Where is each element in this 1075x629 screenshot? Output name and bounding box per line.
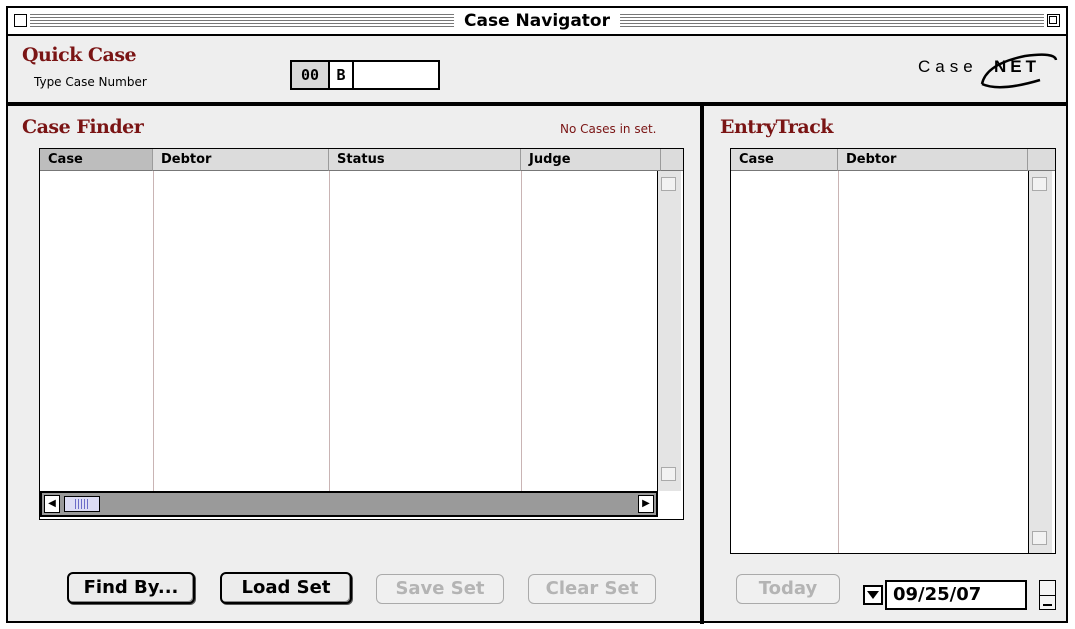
logo-suffix-text: NET bbox=[994, 57, 1040, 76]
quick-case-title: Quick Case bbox=[22, 44, 137, 66]
case-year-segment: 00 bbox=[292, 62, 330, 88]
scroll-up-arrow-icon[interactable] bbox=[661, 177, 676, 191]
column-divider bbox=[153, 171, 154, 491]
casenet-logo: Case NET bbox=[918, 53, 1058, 89]
case-finder-horizontal-scrollbar[interactable]: ◀ ▶ bbox=[40, 491, 658, 517]
stepper-down-icon[interactable] bbox=[1043, 604, 1052, 606]
case-number-field[interactable]: 00 B bbox=[290, 60, 440, 90]
logo-prefix-text: Case bbox=[918, 57, 978, 76]
case-type-segment[interactable]: B bbox=[330, 62, 354, 88]
date-field[interactable]: 09/25/07 bbox=[885, 580, 1027, 610]
column-header-debtor[interactable]: Debtor bbox=[153, 149, 329, 171]
logo-swoosh-bottom bbox=[981, 78, 1041, 89]
load-set-button[interactable]: Load Set bbox=[220, 572, 352, 604]
stepper-divider bbox=[1040, 595, 1055, 596]
clear-set-button[interactable]: Clear Set bbox=[528, 574, 656, 604]
scroll-down-arrow-icon[interactable] bbox=[661, 467, 676, 481]
column-header-corner bbox=[1028, 149, 1055, 171]
entrytrack-table[interactable]: Case Debtor bbox=[730, 148, 1056, 554]
column-header-case[interactable]: Case bbox=[40, 149, 153, 171]
case-set-status: No Cases in set. bbox=[560, 122, 657, 136]
case-navigator-window: Case Navigator Quick Case Type Case Numb… bbox=[6, 6, 1068, 624]
title-bar[interactable]: Case Navigator bbox=[8, 8, 1066, 36]
case-number-input[interactable] bbox=[354, 62, 438, 88]
column-header-case[interactable]: Case bbox=[731, 149, 838, 171]
zoom-box-icon[interactable] bbox=[1047, 14, 1060, 27]
column-divider bbox=[329, 171, 330, 491]
column-divider bbox=[838, 171, 839, 553]
entrytrack-title: EntryTrack bbox=[720, 116, 833, 138]
today-button[interactable]: Today bbox=[736, 574, 840, 604]
scroll-thumb[interactable] bbox=[64, 496, 100, 512]
column-divider bbox=[521, 171, 522, 491]
column-header-corner bbox=[661, 149, 683, 171]
case-finder-vertical-scrollbar[interactable] bbox=[657, 171, 681, 491]
scroll-up-arrow-icon[interactable] bbox=[1032, 177, 1047, 191]
entrytrack-vertical-scrollbar[interactable] bbox=[1028, 171, 1052, 553]
panel-divider bbox=[700, 106, 704, 624]
window-title: Case Navigator bbox=[454, 10, 620, 32]
scroll-right-arrow-icon[interactable]: ▶ bbox=[638, 495, 654, 513]
find-by-button[interactable]: Find By... bbox=[67, 572, 195, 604]
column-header-status[interactable]: Status bbox=[329, 149, 521, 171]
date-stepper[interactable] bbox=[1039, 580, 1056, 610]
date-dropdown-icon[interactable] bbox=[863, 585, 883, 605]
case-finder-title: Case Finder bbox=[22, 116, 144, 138]
case-finder-table[interactable]: Case Debtor Status Judge ◀ ▶ bbox=[39, 148, 684, 520]
column-header-judge[interactable]: Judge bbox=[521, 149, 661, 171]
save-set-button[interactable]: Save Set bbox=[376, 574, 504, 604]
column-header-debtor[interactable]: Debtor bbox=[838, 149, 1028, 171]
close-box-icon[interactable] bbox=[14, 14, 27, 27]
scroll-left-arrow-icon[interactable]: ◀ bbox=[44, 495, 60, 513]
scroll-down-arrow-icon[interactable] bbox=[1032, 531, 1047, 545]
quick-case-panel: Quick Case Type Case Number 00 B Case NE… bbox=[8, 36, 1066, 106]
quick-case-subtitle: Type Case Number bbox=[34, 75, 147, 89]
